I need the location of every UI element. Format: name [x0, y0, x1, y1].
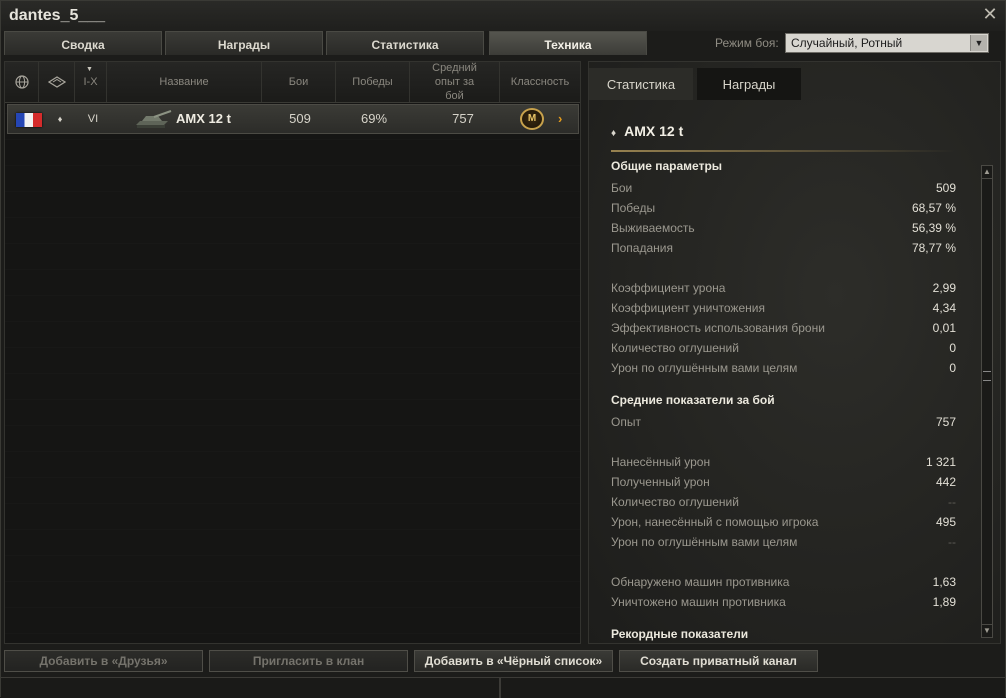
tier-header[interactable]: ▼ I-X: [75, 62, 107, 102]
section-general-title: Общие параметры: [611, 159, 723, 173]
stat-value: 442: [935, 475, 956, 489]
stat-label: Коэффициент уничтожения: [611, 301, 765, 315]
stat-value: 68,57 %: [911, 201, 956, 215]
stat-value: 0: [949, 361, 956, 375]
details-tab-statistics[interactable]: Статистика: [589, 68, 693, 100]
vehicle-avg-xp: 757: [452, 111, 474, 126]
stat-value: 4,34: [932, 301, 956, 315]
details-tab-awards[interactable]: Награды: [697, 68, 801, 100]
stat-value: 2,99: [932, 281, 956, 295]
stat-label: Попадания: [611, 241, 673, 255]
title-bar: dantes_5___ ✕: [1, 1, 1005, 31]
globe-icon[interactable]: [5, 62, 39, 102]
stat-value: 56,39 %: [911, 221, 956, 235]
stat-label: Количество оглушений: [611, 495, 739, 509]
battle-mode-label: Режим боя:: [715, 36, 779, 50]
stat-label: Урон по оглушённым вами целям: [611, 535, 798, 549]
stat-label: Бои: [611, 181, 633, 195]
stat-value: 1,63: [932, 575, 956, 589]
stat-value: 78,77 %: [911, 241, 956, 255]
details-tabs: Статистика Награды: [589, 62, 1000, 100]
scroll-thumb[interactable]: [983, 371, 991, 381]
tab-vehicles[interactable]: Техника: [489, 31, 647, 55]
player-profile-window: dantes_5___ ✕ Сводка Награды Статистика …: [0, 0, 1006, 698]
divider: [499, 678, 501, 698]
status-bar: [1, 677, 1005, 698]
mastery-header[interactable]: Классность: [500, 62, 580, 102]
stat-value: --: [948, 535, 956, 549]
vehicle-wins: 69%: [360, 111, 388, 126]
chevron-down-icon[interactable]: ▼: [970, 35, 987, 51]
stat-label: Полученный урон: [611, 475, 710, 489]
stat-label: Победы: [611, 201, 656, 215]
stat-value: 0,01: [932, 321, 956, 335]
section-records-title: Рекордные показатели: [611, 627, 749, 641]
window-title: dantes_5___: [9, 7, 106, 24]
stat-label: Урон по оглушённым вами целям: [611, 361, 798, 375]
stat-value: 495: [935, 515, 956, 529]
battle-mode-dropdown[interactable]: Случайный, Ротный ▼: [785, 33, 989, 53]
stat-value: 509: [935, 181, 956, 195]
vehicle-details-panel: Статистика Награды ♦ AMX 12 t Общие парам…: [588, 61, 1001, 644]
vehicle-type-icon[interactable]: [39, 62, 75, 102]
vehicle-table-header: ▼ I-X Название Бои Победы Средний опыт з…: [5, 62, 580, 103]
stat-label: Эффективность использования брони: [611, 321, 825, 335]
stat-label: Нанесённый урон: [611, 455, 711, 469]
vehicle-battles: 509: [289, 111, 311, 126]
stat-label: Количество оглушений: [611, 341, 739, 355]
stat-value: 1,89: [932, 595, 956, 609]
battles-header[interactable]: Бои: [262, 62, 336, 102]
details-tank-name: ♦ AMX 12 t: [611, 123, 684, 139]
add-to-blacklist-button[interactable]: Добавить в «Чёрный список»: [414, 650, 613, 672]
wins-header[interactable]: Победы: [336, 62, 410, 102]
scroll-down-icon[interactable]: ▼: [982, 624, 992, 637]
light-tank-icon: ♦: [57, 114, 63, 124]
vehicle-name: AMX 12 t: [176, 111, 231, 126]
scroll-up-icon[interactable]: ▲: [982, 166, 992, 179]
table-row[interactable]: ♦ VI AMX 12 t 509 69% 757 M ›: [7, 104, 579, 134]
mastery-badge-icon: M: [520, 108, 544, 130]
close-icon[interactable]: ✕: [981, 5, 999, 23]
section-averages-title: Средние показатели за бой: [611, 393, 775, 407]
stat-label: Выживаемость: [611, 221, 695, 235]
stat-value: 757: [935, 415, 956, 429]
stat-label: Уничтожено машин противника: [611, 595, 786, 609]
divider: [611, 150, 956, 152]
stat-label: Урон, нанесённый с помощью игрока: [611, 515, 819, 529]
tank-image: [136, 110, 172, 128]
vehicle-tier: VI: [87, 113, 99, 125]
avg-xp-header[interactable]: Средний опыт за бой: [410, 62, 500, 102]
create-private-channel-button[interactable]: Создать приватный канал: [619, 650, 818, 672]
tab-statistics[interactable]: Статистика: [326, 31, 484, 55]
france-flag-icon: [16, 113, 42, 127]
tab-awards[interactable]: Награды: [165, 31, 323, 55]
vehicle-list: ▼ I-X Название Бои Победы Средний опыт з…: [4, 61, 581, 644]
light-tank-icon: ♦: [611, 128, 617, 139]
chevron-right-icon[interactable]: ›: [558, 105, 562, 133]
add-friend-button[interactable]: Добавить в «Друзья»: [4, 650, 203, 672]
invite-to-clan-button[interactable]: Пригласить в клан: [209, 650, 408, 672]
name-header[interactable]: Название: [107, 62, 262, 102]
sort-desc-icon: ▼: [86, 66, 93, 73]
stat-label: Обнаружено машин противника: [611, 575, 790, 589]
stat-label: Опыт: [611, 415, 641, 429]
stat-label: Коэффициент урона: [611, 281, 726, 295]
stat-value: --: [948, 495, 956, 509]
battle-mode-value: Случайный, Ротный: [791, 36, 903, 50]
action-bar: Добавить в «Друзья» Пригласить в клан До…: [1, 647, 1005, 677]
stat-value: 0: [949, 341, 956, 355]
details-scrollbar[interactable]: ▲ ▼: [981, 165, 993, 638]
tab-summary[interactable]: Сводка: [4, 31, 162, 55]
stat-value: 1 321: [925, 455, 956, 469]
